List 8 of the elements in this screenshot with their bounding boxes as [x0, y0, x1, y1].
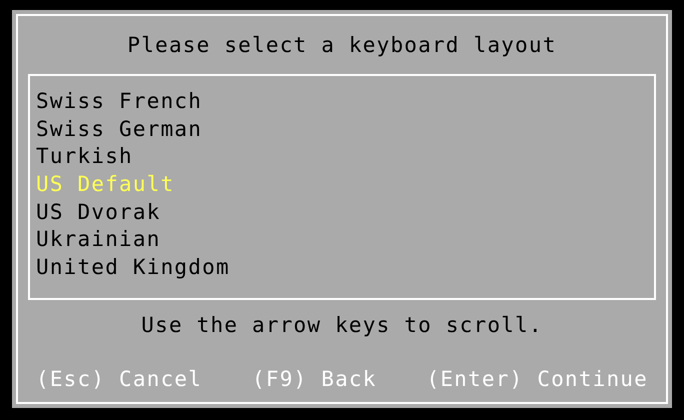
layout-option[interactable]: Turkish	[36, 143, 133, 172]
layout-option[interactable]: United Kingdom	[36, 254, 230, 282]
layout-option[interactable]: Swiss French	[36, 88, 202, 116]
scroll-hint: Use the arrow keys to scroll.	[141, 312, 543, 338]
layout-option[interactable]: Ukrainian	[36, 226, 161, 254]
layout-option[interactable]: US Dvorak	[36, 198, 161, 226]
dialog-title: Please select a keyboard layout	[127, 32, 557, 59]
layout-option[interactable]: Swiss German	[36, 116, 202, 144]
